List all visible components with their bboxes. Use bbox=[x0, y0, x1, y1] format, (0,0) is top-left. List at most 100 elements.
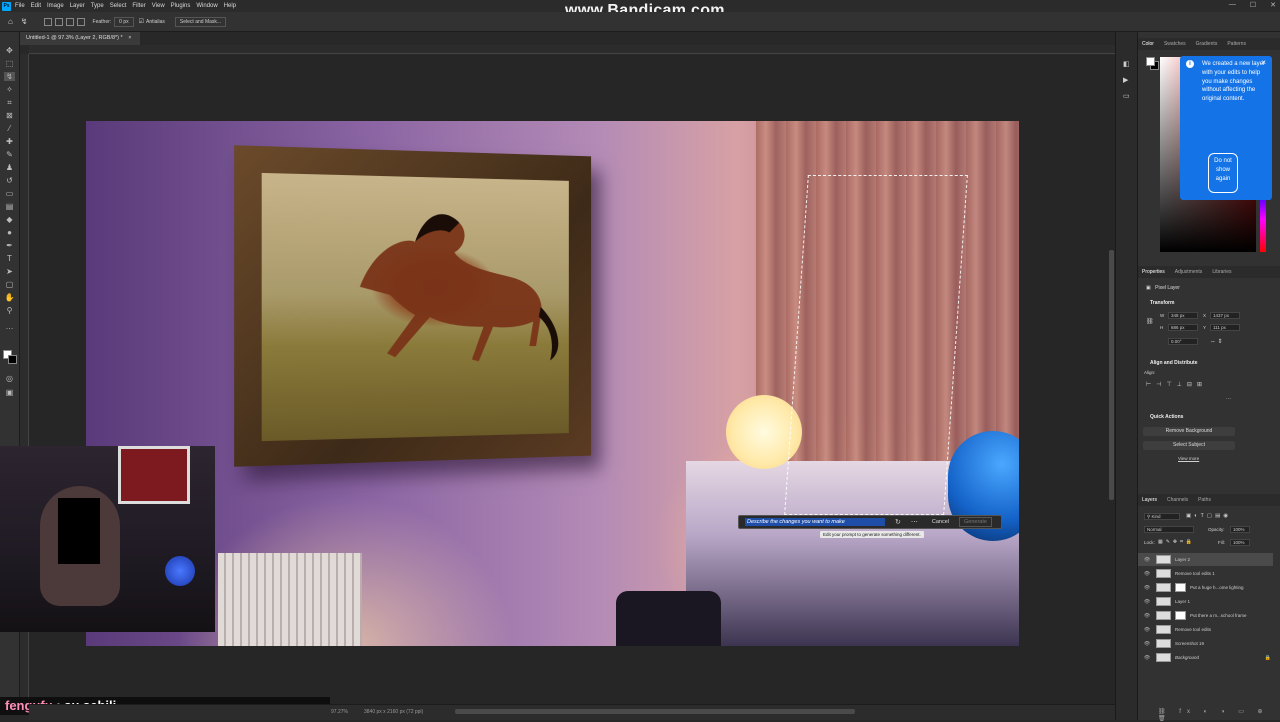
maximize-icon[interactable]: ☐ bbox=[1250, 1, 1256, 9]
tab-paths[interactable]: Paths bbox=[1198, 497, 1211, 503]
view-more-link[interactable]: View more bbox=[1178, 456, 1199, 461]
angle-input[interactable]: 0.00° bbox=[1168, 338, 1198, 345]
quick-select-icon[interactable]: ✧ bbox=[4, 85, 15, 94]
height-input[interactable]: 686 px bbox=[1168, 324, 1198, 331]
menu-edit[interactable]: Edit bbox=[31, 3, 41, 9]
subtract-selection-icon[interactable] bbox=[65, 17, 74, 26]
document-tab[interactable]: Untitled-1 @ 97.3% (Layer 2, RGB/8*) * × bbox=[20, 32, 140, 45]
layer-row[interactable]: 👁 Layer 2 bbox=[1138, 553, 1273, 566]
visibility-eye-icon[interactable]: 👁 bbox=[1142, 557, 1152, 563]
menu-file[interactable]: File bbox=[15, 3, 25, 9]
gradient-tool-icon[interactable]: ▤ bbox=[4, 202, 15, 211]
tab-swatches[interactable]: Swatches bbox=[1164, 41, 1186, 47]
more-tools-icon[interactable]: … bbox=[4, 322, 15, 331]
add-selection-icon[interactable] bbox=[54, 17, 63, 26]
tab-properties[interactable]: Properties bbox=[1142, 269, 1165, 275]
crop-tool-icon[interactable]: ⌗ bbox=[4, 98, 15, 107]
shape-tool-icon[interactable]: ▢ bbox=[4, 280, 15, 289]
tab-color[interactable]: Color bbox=[1142, 41, 1154, 47]
layer-mask-thumbnail[interactable] bbox=[1175, 611, 1186, 620]
y-input[interactable]: 111 px bbox=[1210, 324, 1240, 331]
vertical-scrollbar[interactable] bbox=[1109, 250, 1114, 500]
menu-plugins[interactable]: Plugins bbox=[171, 3, 191, 9]
background-color-swatch[interactable] bbox=[8, 355, 17, 364]
generate-variations-icon[interactable]: ↻ bbox=[895, 518, 901, 526]
quick-actions-heading[interactable]: Quick Actions bbox=[1138, 414, 1183, 420]
link-icon[interactable]: ⛓ bbox=[1146, 318, 1154, 325]
document-image[interactable] bbox=[86, 121, 1019, 646]
brush-tool-icon[interactable]: ✎ bbox=[4, 150, 15, 159]
layer-row[interactable]: 👁 Background 🔒 bbox=[1138, 651, 1273, 664]
antialias-checkbox[interactable]: ☑ bbox=[139, 18, 144, 25]
layer-row[interactable]: 👁 Remove tool edits bbox=[1138, 623, 1273, 636]
tab-gradients[interactable]: Gradients bbox=[1196, 41, 1218, 47]
x-input[interactable]: 1437 px bbox=[1210, 312, 1240, 319]
foreground-swatch[interactable] bbox=[1146, 57, 1155, 66]
visibility-eye-icon[interactable]: 👁 bbox=[1142, 571, 1152, 577]
tab-layers[interactable]: Layers bbox=[1142, 497, 1157, 503]
layer-row[interactable]: 👁 Layer 1 bbox=[1138, 595, 1273, 608]
selection-marquee[interactable] bbox=[784, 175, 968, 515]
visibility-eye-icon[interactable]: 👁 bbox=[1142, 641, 1152, 647]
horizontal-scrollbar[interactable] bbox=[455, 709, 855, 714]
move-tool-icon[interactable]: ✥ bbox=[4, 46, 15, 55]
layer-filter-icons[interactable]: ▣◐T▢▤◉ bbox=[1186, 513, 1231, 519]
menu-type[interactable]: Type bbox=[91, 3, 104, 9]
menu-window[interactable]: Window bbox=[196, 3, 217, 9]
more-options-icon[interactable]: ⋯ bbox=[911, 518, 918, 526]
transform-heading[interactable]: Transform bbox=[1138, 300, 1174, 306]
close-icon[interactable]: ✕ bbox=[1270, 1, 1276, 9]
flip-icons[interactable]: ⇔ ⇕ bbox=[1210, 338, 1223, 345]
play-actions-icon[interactable]: ▶ bbox=[1123, 76, 1128, 84]
frame-tool-icon[interactable]: ⊠ bbox=[4, 111, 15, 120]
lasso-tool-icon[interactable]: ↯ bbox=[4, 72, 15, 81]
tab-libraries[interactable]: Libraries bbox=[1212, 269, 1231, 275]
tab-adjustments[interactable]: Adjustments bbox=[1175, 269, 1203, 275]
pen-tool-icon[interactable]: ✒ bbox=[4, 241, 15, 250]
align-buttons[interactable]: ⊢⊣⊤⊥⊟⊞ bbox=[1146, 381, 1207, 388]
zoom-tool-icon[interactable]: ⚲ bbox=[4, 306, 15, 315]
hand-tool-icon[interactable]: ✋ bbox=[4, 293, 15, 302]
new-selection-icon[interactable] bbox=[43, 17, 52, 26]
menu-layer[interactable]: Layer bbox=[70, 3, 85, 9]
home-icon[interactable]: ⌂ bbox=[8, 17, 13, 26]
layer-mask-thumbnail[interactable] bbox=[1175, 583, 1186, 592]
remove-background-button[interactable]: Remove Background bbox=[1143, 427, 1235, 436]
history-brush-icon[interactable]: ↺ bbox=[4, 176, 15, 185]
type-tool-icon[interactable]: T bbox=[4, 254, 15, 263]
eyedropper-icon[interactable]: ⁄ bbox=[4, 124, 15, 133]
marquee-tool-icon[interactable]: ⬚ bbox=[4, 59, 15, 68]
blur-tool-icon[interactable]: ◆ bbox=[4, 215, 15, 224]
layer-row[interactable]: 👁 Remove tool edits 1 bbox=[1138, 567, 1273, 580]
path-select-icon[interactable]: ➤ bbox=[4, 267, 15, 276]
align-more-button[interactable]: ··· bbox=[1226, 396, 1231, 402]
visibility-eye-icon[interactable]: 👁 bbox=[1142, 627, 1152, 633]
menu-filter[interactable]: Filter bbox=[132, 3, 145, 9]
blend-mode-select[interactable]: Normal bbox=[1144, 526, 1194, 533]
visibility-eye-icon[interactable]: 👁 bbox=[1142, 655, 1152, 661]
lock-icons[interactable]: ▦✎✥⌗🔒 bbox=[1158, 539, 1195, 545]
menu-image[interactable]: Image bbox=[47, 3, 64, 9]
align-heading[interactable]: Align and Distribute bbox=[1138, 360, 1198, 366]
quick-mask-icon[interactable]: ◎ bbox=[4, 374, 15, 383]
visibility-eye-icon[interactable]: 👁 bbox=[1142, 599, 1152, 605]
layer-row[interactable]: 👁 Put a huge h...ome lighting bbox=[1138, 581, 1273, 594]
lock-icon[interactable]: 🔒 bbox=[1265, 655, 1271, 661]
tab-patterns[interactable]: Patterns bbox=[1227, 41, 1246, 47]
tab-close-icon[interactable]: × bbox=[128, 35, 131, 41]
generative-prompt-input[interactable] bbox=[745, 518, 885, 526]
comment-icon[interactable]: ▭ bbox=[1123, 92, 1130, 100]
screen-mode-icon[interactable]: ▣ bbox=[4, 388, 15, 397]
width-input[interactable]: 348 px bbox=[1168, 312, 1198, 319]
layer-filter-kind[interactable]: ⚲ Kind bbox=[1144, 513, 1180, 520]
feather-input[interactable]: 0 px bbox=[114, 16, 134, 27]
do-not-show-again-button[interactable]: Do not show again bbox=[1208, 153, 1238, 193]
menu-view[interactable]: View bbox=[152, 3, 165, 9]
generate-button[interactable]: Generate bbox=[959, 517, 992, 527]
menu-select[interactable]: Select bbox=[110, 3, 127, 9]
dodge-tool-icon[interactable]: ● bbox=[4, 228, 15, 237]
clone-stamp-icon[interactable]: ♟ bbox=[4, 163, 15, 172]
menu-help[interactable]: Help bbox=[224, 3, 236, 9]
opacity-input[interactable]: 100% bbox=[1230, 526, 1250, 533]
lasso-tool-icon[interactable]: ↯ bbox=[21, 17, 28, 26]
